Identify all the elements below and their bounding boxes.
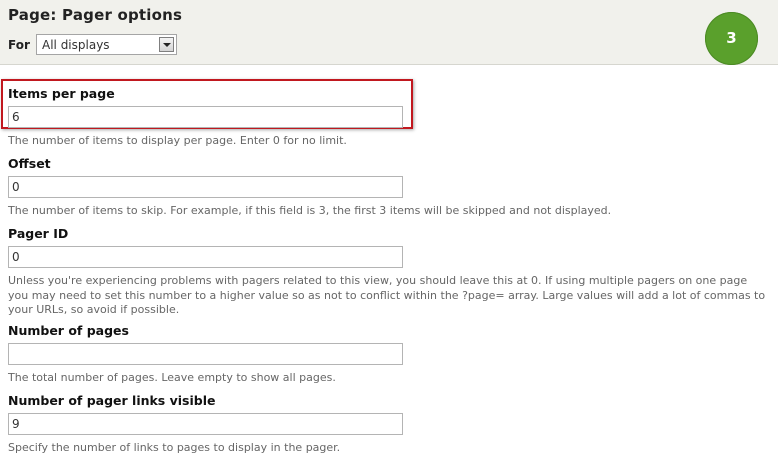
- pager-id-label: Pager ID: [8, 226, 69, 241]
- offset-description: The number of items to skip. For example…: [8, 204, 612, 217]
- items-per-page-input[interactable]: 6: [8, 106, 403, 128]
- pager-links-visible-field: Number of pager links visible 9 Specify …: [8, 393, 768, 456]
- items-per-page-label: Items per page: [8, 86, 115, 101]
- pager-links-visible-description: Specify the number of links to pages to …: [8, 441, 341, 454]
- step-badge: 3: [705, 12, 758, 65]
- number-of-pages-description: The total number of pages. Leave empty t…: [8, 371, 336, 384]
- chevron-down-icon[interactable]: [159, 37, 174, 52]
- pager-links-visible-label: Number of pager links visible: [8, 393, 216, 408]
- dialog-header: Page: Pager options For All displays 3: [0, 0, 778, 65]
- page-title: Page: Pager options: [8, 6, 183, 24]
- offset-field: Offset 0 The number of items to skip. Fo…: [8, 156, 768, 219]
- items-per-page-field: Items per page 6 The number of items to …: [8, 86, 768, 149]
- pager-id-input[interactable]: 0: [8, 246, 403, 268]
- number-of-pages-field: Number of pages The total number of page…: [8, 323, 768, 386]
- pager-id-description: Unless you're experiencing problems with…: [8, 274, 766, 316]
- number-of-pages-label: Number of pages: [8, 323, 129, 338]
- display-select[interactable]: All displays: [36, 34, 177, 55]
- for-label: For: [8, 38, 30, 52]
- items-per-page-description: The number of items to display per page.…: [8, 134, 347, 147]
- offset-label: Offset: [8, 156, 51, 171]
- offset-input[interactable]: 0: [8, 176, 403, 198]
- display-select-value: All displays: [42, 38, 110, 52]
- number-of-pages-input[interactable]: [8, 343, 403, 365]
- pager-links-visible-input[interactable]: 9: [8, 413, 403, 435]
- pager-id-field: Pager ID 0 Unless you're experiencing pr…: [8, 226, 768, 318]
